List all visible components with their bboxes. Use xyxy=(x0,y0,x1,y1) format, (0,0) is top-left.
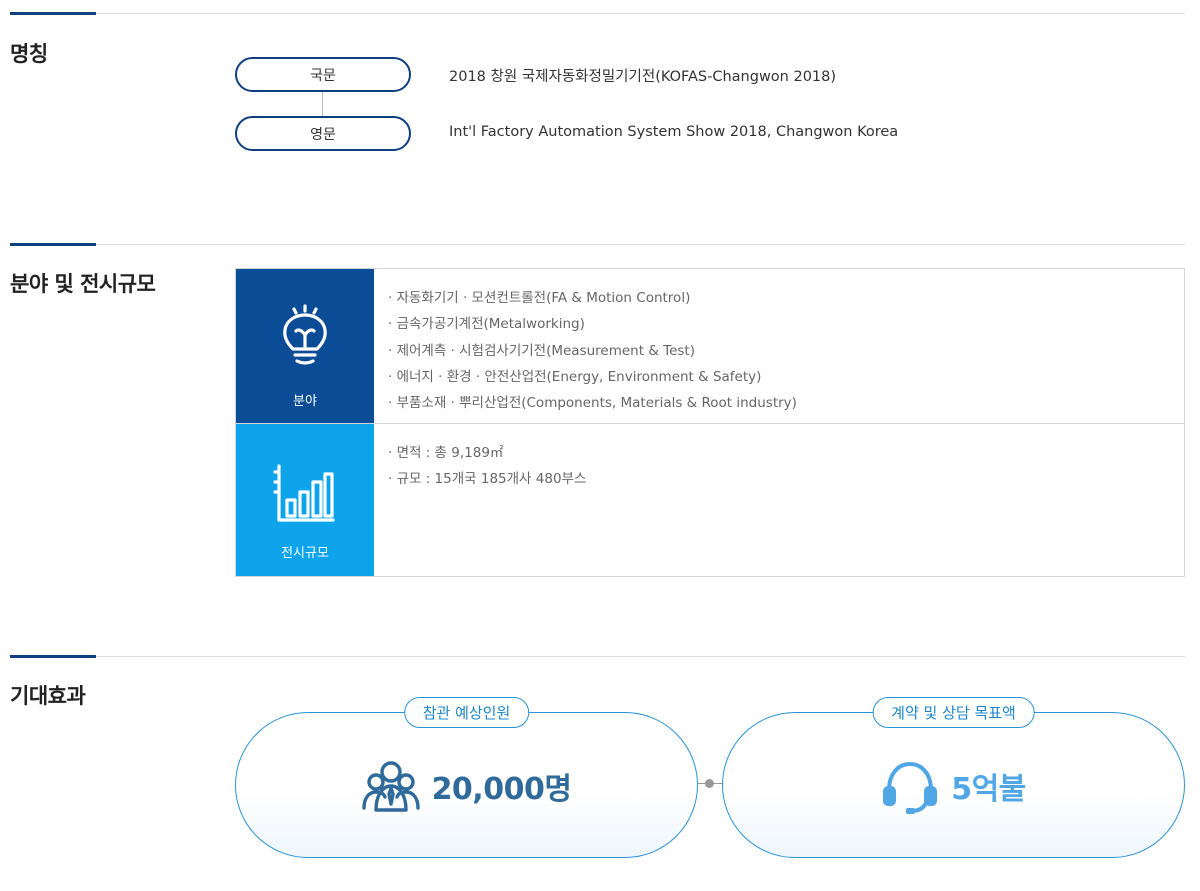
section-accent-effects xyxy=(10,655,96,658)
english-name-text: Int'l Factory Automation System Show 201… xyxy=(449,124,899,140)
scale-header: 전시규모 xyxy=(236,424,374,576)
fields-table: 분야 · 자동화기기 · 모션컨트롤전(FA & Motion Control)… xyxy=(235,268,1185,577)
field-header-label: 분야 xyxy=(293,394,317,409)
list-item: · 부품소재 · 뿌리산업전(Components, Materials & R… xyxy=(388,395,797,412)
field-list: · 자동화기기 · 모션컨트롤전(FA & Motion Control) · … xyxy=(388,285,797,416)
section-title-name: 명칭 xyxy=(10,42,48,66)
list-item: · 자동화기기 · 모션컨트롤전(FA & Motion Control) xyxy=(388,290,691,306)
visitors-tag: 참관 예상인원 xyxy=(403,697,530,728)
contracts-content: 5억불 xyxy=(723,758,1184,814)
lightbulb-icon xyxy=(283,304,327,365)
effect-connector-dot xyxy=(705,779,714,788)
list-item: · 면적 : 총 9,189㎡ xyxy=(388,445,504,461)
section-accent-fields xyxy=(10,243,96,246)
visitors-box: 참관 예상인원 20,000명 xyxy=(235,697,698,858)
people-icon xyxy=(361,761,420,812)
english-name-label: 영문 xyxy=(235,116,411,151)
korean-name-text: 2018 창원 국제자동화정밀기기전(KOFAS-Changwon 2018) xyxy=(449,69,837,85)
scale-header-label: 전시규모 xyxy=(281,546,329,561)
contracts-tag: 계약 및 상담 목표액 xyxy=(872,697,1035,728)
field-header: 분야 xyxy=(236,269,374,423)
list-item: · 규모 : 15개국 185개사 480부스 xyxy=(388,471,587,488)
section-divider-name xyxy=(10,13,1185,14)
section-accent-name xyxy=(10,12,96,15)
visitors-content: 20,000명 xyxy=(236,758,697,814)
contracts-box: 계약 및 상담 목표액 5억불 xyxy=(722,697,1185,858)
section-title-effects: 기대효과 xyxy=(10,684,86,708)
list-item: · 에너지 · 환경 · 안전산업전(Energy, Environment &… xyxy=(388,368,762,385)
section-title-fields: 분야 및 전시규모 xyxy=(10,272,156,296)
list-item: · 금속가공기계전(Metalworking) xyxy=(388,316,585,333)
visitors-value: 20,000명 xyxy=(431,772,572,807)
scale-list: · 면적 : 총 9,189㎡ · 규모 : 15개국 185개사 480부스 xyxy=(388,440,586,493)
bar-chart-icon xyxy=(273,464,335,522)
scale-row: 전시규모 · 면적 : 총 9,189㎡ · 규모 : 15개국 185개사 4… xyxy=(236,424,1184,576)
section-divider-effects xyxy=(10,656,1185,657)
contracts-value: 5억불 xyxy=(951,772,1026,807)
korean-name-label: 국문 xyxy=(235,57,411,92)
field-row: 분야 · 자동화기기 · 모션컨트롤전(FA & Motion Control)… xyxy=(236,269,1184,424)
section-divider-fields xyxy=(10,244,1185,245)
list-item: · 제어계측 · 시험검사기기전(Measurement & Test) xyxy=(388,342,695,359)
headset-icon xyxy=(883,761,938,814)
name-connector-line xyxy=(322,90,323,118)
